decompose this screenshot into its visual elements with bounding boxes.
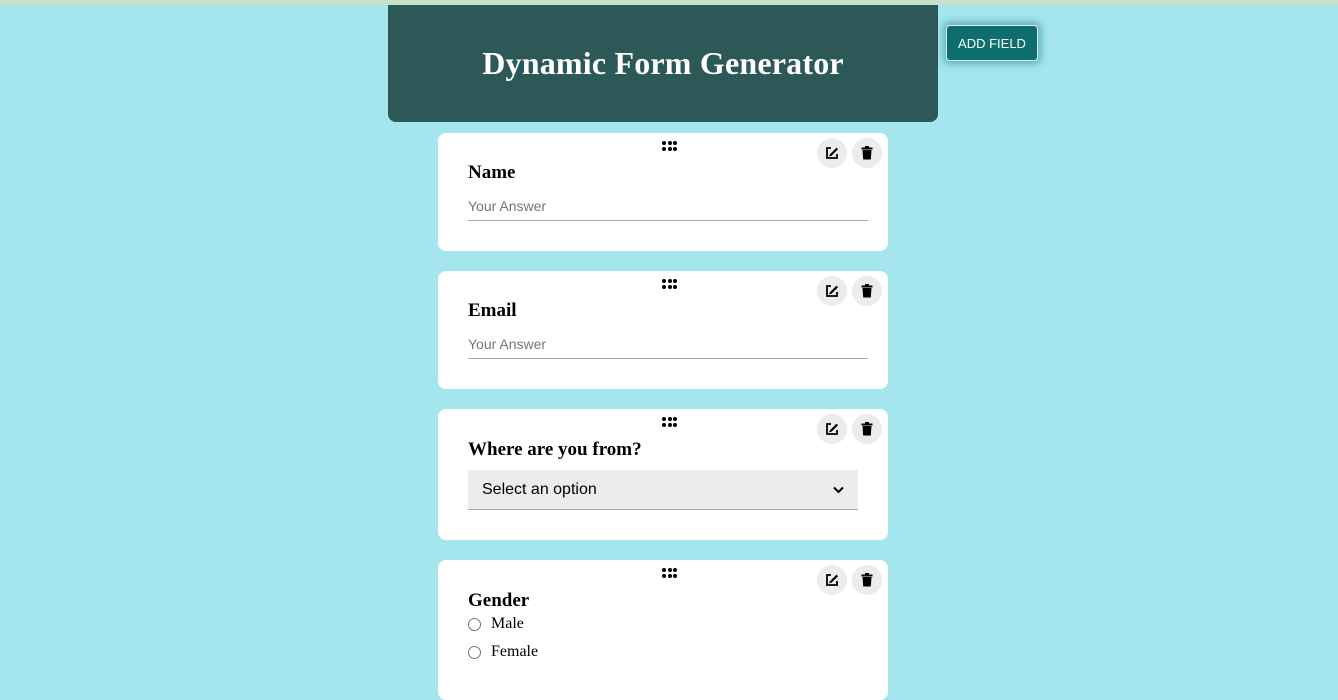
chevron-down-icon	[833, 486, 844, 493]
field-label: Where are you from?	[468, 439, 642, 460]
form-field-card: Name	[438, 133, 888, 251]
field-label: Email	[468, 300, 517, 321]
edit-icon	[826, 285, 839, 297]
radio-option-male: Male	[468, 615, 524, 633]
add-field-button[interactable]: ADD FIELD	[946, 25, 1038, 61]
field-label: Gender	[468, 590, 530, 611]
trash-icon	[861, 284, 873, 298]
edit-field-button[interactable]	[817, 138, 847, 168]
radio-button[interactable]	[468, 645, 481, 659]
card-actions	[817, 276, 882, 306]
field-label: Name	[468, 162, 516, 183]
card-actions	[817, 565, 882, 595]
drag-handle-icon[interactable]	[662, 141, 677, 152]
select-value: Select an option	[482, 480, 597, 498]
drag-handle-icon[interactable]	[662, 279, 677, 290]
page-title: Dynamic Form Generator	[482, 45, 844, 81]
location-select[interactable]: Select an option	[468, 470, 858, 510]
edit-field-button[interactable]	[817, 565, 847, 595]
drag-handle-icon[interactable]	[662, 568, 677, 579]
delete-field-button[interactable]	[852, 276, 882, 306]
radio-label: Female	[491, 643, 539, 660]
radio-option-female: Female	[468, 643, 538, 661]
form-field-card: Where are you from? Select an option	[438, 409, 888, 540]
delete-field-button[interactable]	[852, 565, 882, 595]
page-header: Dynamic Form Generator	[388, 5, 938, 122]
name-input[interactable]	[468, 191, 868, 221]
trash-icon	[861, 422, 873, 436]
edit-icon	[826, 423, 839, 435]
form-field-card: Gender Male Female	[438, 560, 888, 700]
drag-handle-icon[interactable]	[662, 417, 677, 428]
trash-icon	[861, 573, 873, 587]
edit-icon	[826, 574, 839, 586]
radio-button[interactable]	[468, 617, 481, 631]
form-field-card: Email	[438, 271, 888, 389]
edit-field-button[interactable]	[817, 276, 847, 306]
email-input[interactable]	[468, 329, 868, 359]
radio-label: Male	[491, 615, 524, 632]
delete-field-button[interactable]	[852, 138, 882, 168]
delete-field-button[interactable]	[852, 414, 882, 444]
edit-icon	[826, 147, 839, 159]
trash-icon	[861, 146, 873, 160]
edit-field-button[interactable]	[817, 414, 847, 444]
card-actions	[817, 138, 882, 168]
card-actions	[817, 414, 882, 444]
